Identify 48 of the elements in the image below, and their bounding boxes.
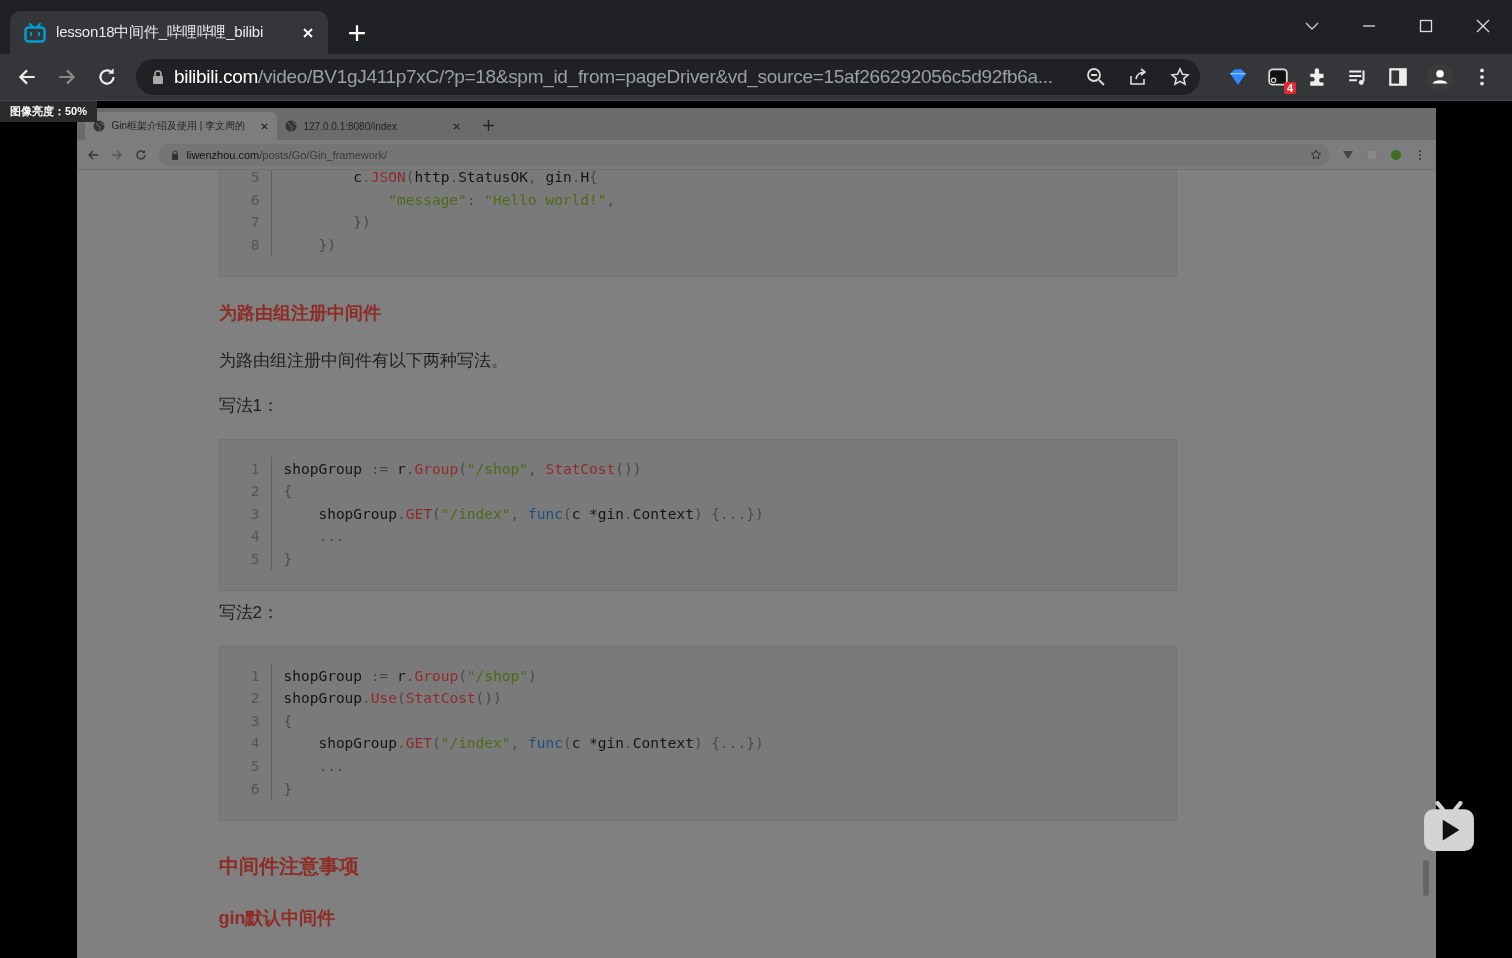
- globe-icon: [284, 120, 297, 132]
- url-text: bilibili.com/video/BV1gJ411p7xC/?p=18&spm_id_from=pageDriver&vd_source=15af266292056c5d92fb6a...: [174, 66, 1054, 88]
- code-line: {: [283, 712, 293, 729]
- tab-title: Gin框架介绍及使用 | 李文周的: [111, 119, 247, 133]
- brightness-label: 图像亮度：50%: [0, 101, 98, 122]
- code-line: shopGroup := r.Group("/shop"): [283, 667, 537, 684]
- code-line: }: [283, 780, 293, 797]
- paragraph: 为路由组注册中间件有以下两种写法。: [218, 350, 509, 373]
- tv-play-icon[interactable]: [1423, 801, 1475, 853]
- browser-tab[interactable]: 127.0.0.1:8080/index: [276, 112, 469, 140]
- address-bar[interactable]: bilibili.com/video/BV1gJ411p7xC/?p=18&spm_id_from=pageDriver&vd_source=15af266292056c5d92fb6a...: [136, 59, 1200, 95]
- browser-tab[interactable]: lesson18中间件_哔哩哔哩_bilibi: [10, 11, 328, 54]
- tab-title: lesson18中间件_哔哩哔哩_bilibi: [56, 23, 265, 42]
- notification-badge: 4: [1283, 82, 1296, 94]
- zoom-icon[interactable]: [1086, 67, 1106, 87]
- paragraph: 写法1：: [218, 395, 280, 418]
- code-line: "message": "Hello world!",: [387, 191, 616, 208]
- tab-title: 127.0.0.1:8080/index: [303, 120, 398, 132]
- section-heading: 中间件注意事项: [218, 853, 360, 879]
- code-line: shopGroup.Use(StatCost()): [283, 690, 502, 707]
- url-text: liwenzhou.com/posts/Go/Gin_framework/: [186, 148, 389, 161]
- code-line: }: [283, 551, 293, 568]
- code-line: ...: [317, 528, 345, 545]
- lock-icon: [152, 70, 164, 84]
- code-line: c.JSON(http.StatusOK, gin.H{: [352, 170, 598, 186]
- profile-icon[interactable]: [1427, 64, 1453, 90]
- paragraph: 写法2：: [218, 602, 280, 625]
- maximize-icon[interactable]: [1418, 18, 1434, 34]
- scrollbar-thumb[interactable]: [1422, 860, 1429, 896]
- tv-icon: [24, 22, 46, 43]
- code-line: }): [352, 214, 371, 231]
- star-icon[interactable]: [1309, 148, 1322, 161]
- globe-icon: [92, 120, 105, 132]
- code-line: }): [317, 237, 336, 254]
- extension-icon[interactable]: [1267, 66, 1289, 88]
- address-bar[interactable]: liwenzhou.com/posts/Go/Gin_framework/: [158, 143, 1330, 166]
- code-line: shopGroup.GET("/index", func(c *gin.Context) {...}): [317, 505, 764, 522]
- code-line: ...: [317, 758, 345, 774]
- lock-icon: [170, 149, 179, 160]
- reload-icon[interactable]: [96, 66, 118, 88]
- section-heading: gin默认中间件: [218, 906, 337, 930]
- code-line: shopGroup.GET("/index", func(c *gin.Context) {...}): [317, 735, 764, 752]
- star-icon[interactable]: [1170, 67, 1190, 87]
- code-line: shopGroup := r.Group("/shop", StatCost()): [283, 460, 642, 477]
- side-panel-icon[interactable]: [1387, 66, 1409, 88]
- share-icon[interactable]: [1128, 67, 1148, 87]
- section-heading: 为路由组注册中间件: [218, 302, 382, 326]
- code-line: {: [283, 483, 293, 500]
